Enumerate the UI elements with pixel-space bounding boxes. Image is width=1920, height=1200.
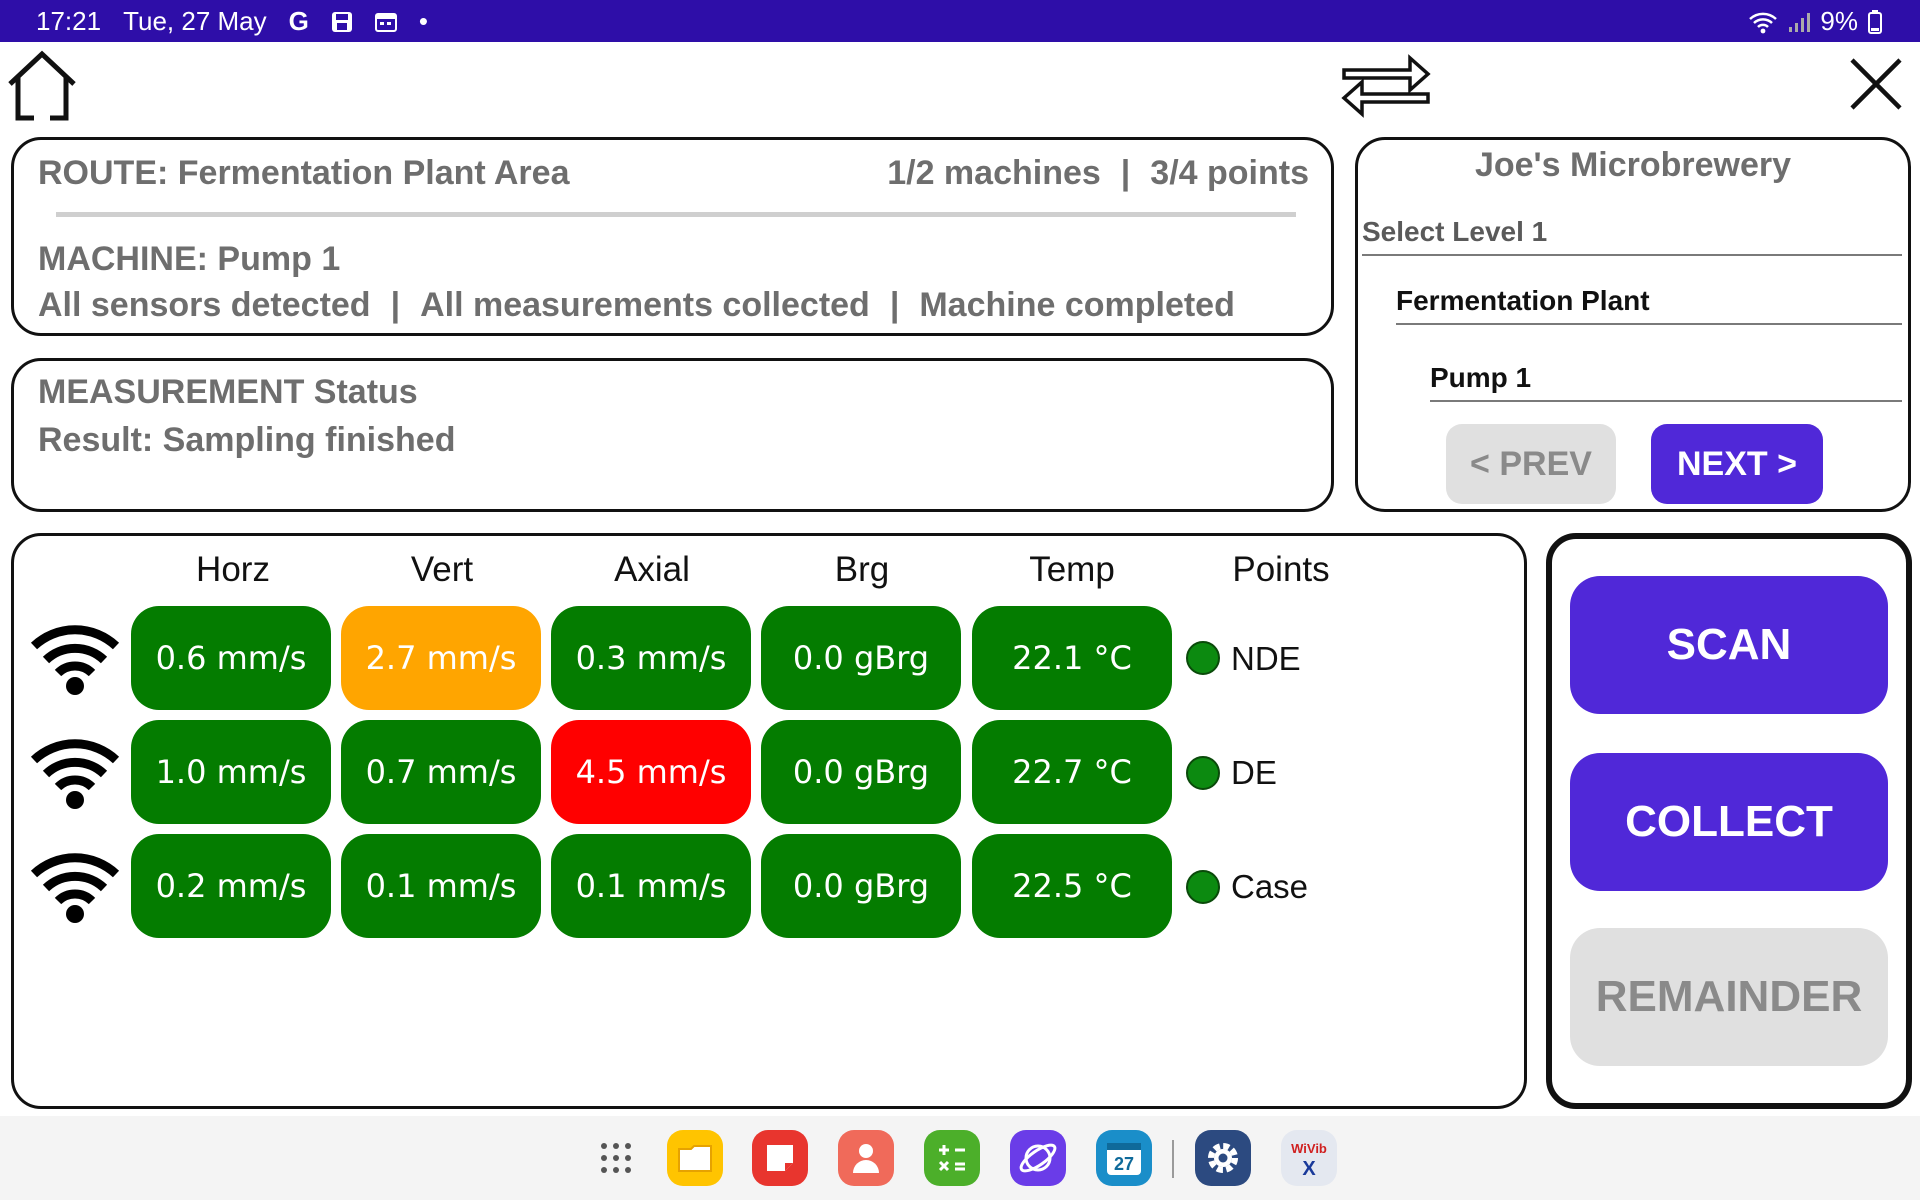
cell-de-axial: 4.5 mm/s <box>551 720 751 824</box>
status-date: Tue, 27 May <box>123 6 267 36</box>
machine-status-sensors: All sensors detected <box>38 286 371 324</box>
next-button[interactable]: NEXT > <box>1651 424 1823 504</box>
cell-nde-horz: 0.6 mm/s <box>131 606 331 710</box>
level-item-pump-1[interactable]: Pump 1 <box>1430 342 1902 402</box>
calculator-icon[interactable] <box>924 1130 980 1186</box>
company-name: Joe's Microbrewery <box>1474 146 1792 184</box>
prev-button[interactable]: < PREV <box>1446 424 1616 504</box>
sensor-wifi-icon <box>30 848 120 924</box>
machine-status-completed: Machine completed <box>919 286 1235 324</box>
machine-status-separator-1: | <box>390 286 401 324</box>
point-label-case: Case <box>1231 868 1309 905</box>
route-progress: 1/2 machines | 3/4 points <box>887 154 1309 193</box>
sensor-wifi-icon <box>30 734 120 810</box>
header-vert: Vert <box>410 550 474 589</box>
cell-case-temp: 22.5 °C <box>972 834 1172 938</box>
machine-status-separator-2: | <box>889 286 900 324</box>
battery-icon <box>1868 9 1882 35</box>
calendar-day: 27 <box>1114 1154 1134 1174</box>
notification-dot: • <box>418 6 428 36</box>
my-files-icon[interactable] <box>667 1130 723 1186</box>
cell-case-axial: 0.1 mm/s <box>551 834 751 938</box>
status-bar: 17:21 Tue, 27 May G • 9% <box>0 0 1920 42</box>
cell-case-brg: 0.0 gBrg <box>761 834 961 938</box>
header-brg: Brg <box>834 550 890 589</box>
machine-title: MACHINE: Pump 1 <box>38 240 341 278</box>
route-points-count: 3/4 points <box>1150 154 1309 192</box>
measurement-title: MEASUREMENT Status <box>38 373 418 411</box>
notes-icon[interactable] <box>752 1130 808 1186</box>
swap-icon[interactable] <box>1340 48 1432 120</box>
measurement-panel: MEASUREMENT Status Result: Sampling fini… <box>11 358 1334 512</box>
home-icon[interactable] <box>4 48 80 124</box>
dock-divider <box>1172 1140 1174 1178</box>
browser-icon[interactable] <box>1010 1130 1066 1186</box>
cell-nde-vert: 2.7 mm/s <box>341 606 541 710</box>
level-select-label: Select Level 1 <box>1362 196 1902 256</box>
cell-de-horz: 1.0 mm/s <box>131 720 331 824</box>
cell-nde-axial: 0.3 mm/s <box>551 606 751 710</box>
contacts-icon[interactable] <box>838 1130 894 1186</box>
wivib-logo-text: WiVib <box>1291 1141 1327 1156</box>
battery-percent: 9% <box>1820 6 1858 36</box>
calendar-small-icon <box>374 9 397 35</box>
route-panel: ROUTE: Fermentation Plant Area 1/2 machi… <box>11 137 1334 336</box>
wivib-app-icon[interactable]: WiVib X <box>1281 1130 1337 1186</box>
cell-de-temp: 22.7 °C <box>972 720 1172 824</box>
cell-nde-temp: 22.1 °C <box>972 606 1172 710</box>
header-temp: Temp <box>1029 550 1115 589</box>
point-status-dot <box>1186 641 1220 675</box>
signal-icon <box>1788 9 1811 35</box>
app-dock: 27 WiVib X <box>0 1116 1920 1200</box>
point-status-dot <box>1186 756 1220 790</box>
level-item-fermentation-plant[interactable]: Fermentation Plant <box>1396 265 1902 325</box>
point-label-nde: NDE <box>1231 640 1301 677</box>
remainder-button[interactable]: REMAINDER <box>1570 928 1888 1066</box>
route-title: ROUTE: Fermentation Plant Area <box>38 154 570 192</box>
app-drawer-icon[interactable] <box>588 1130 644 1186</box>
cell-nde-brg: 0.0 gBrg <box>761 606 961 710</box>
point-label-de: DE <box>1231 754 1277 791</box>
machine-status: All sensors detected | All measurements … <box>38 286 1235 325</box>
settings-icon[interactable] <box>1195 1130 1251 1186</box>
collect-button[interactable]: COLLECT <box>1570 753 1888 891</box>
point-status-dot <box>1186 870 1220 904</box>
scan-button[interactable]: SCAN <box>1570 576 1888 714</box>
google-icon: G <box>288 6 309 36</box>
route-machines-count: 1/2 machines <box>887 154 1101 192</box>
cell-de-vert: 0.7 mm/s <box>341 720 541 824</box>
status-time: 17:21 <box>36 6 102 36</box>
cell-case-vert: 0.1 mm/s <box>341 834 541 938</box>
header-points: Points <box>1232 550 1330 589</box>
machine-status-measurements: All measurements collected <box>420 286 870 324</box>
calendar-icon[interactable]: 27 <box>1096 1130 1152 1186</box>
cell-de-brg: 0.0 gBrg <box>761 720 961 824</box>
header-horz: Horz <box>196 550 270 589</box>
measurement-result: Result: Sampling finished <box>38 421 456 459</box>
route-separator: | <box>1120 154 1131 192</box>
close-icon[interactable] <box>1848 56 1904 112</box>
sensor-wifi-icon <box>30 620 120 696</box>
cell-case-horz: 0.2 mm/s <box>131 834 331 938</box>
header-axial: Axial <box>614 550 690 589</box>
route-divider <box>56 212 1296 217</box>
wifi-status-icon <box>1748 9 1778 35</box>
top-bar <box>0 42 1920 128</box>
save-icon <box>331 9 353 35</box>
wivib-logo-x: X <box>1302 1158 1316 1180</box>
